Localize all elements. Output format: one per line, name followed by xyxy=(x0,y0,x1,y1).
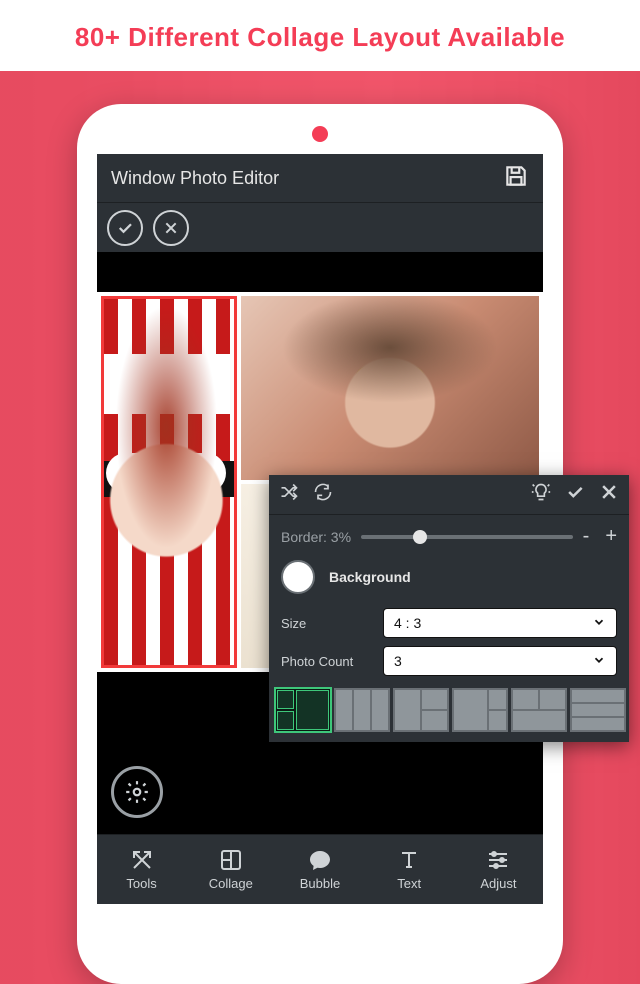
refresh-icon[interactable] xyxy=(313,482,333,507)
layout-option[interactable] xyxy=(570,688,626,732)
cancel-button[interactable] xyxy=(153,210,189,246)
nav-collage[interactable]: Collage xyxy=(186,835,275,904)
layout-option[interactable] xyxy=(275,688,331,732)
background-swatch[interactable] xyxy=(281,560,315,594)
lightbulb-icon[interactable] xyxy=(531,482,551,507)
save-icon[interactable] xyxy=(503,163,529,194)
photo-count-value: 3 xyxy=(394,653,402,669)
photo-count-row: Photo Count 3 xyxy=(269,642,629,680)
collage-cell-selected[interactable] xyxy=(101,296,237,668)
settings-button[interactable] xyxy=(111,766,163,818)
layout-thumbnails xyxy=(269,680,629,742)
size-value: 4 : 3 xyxy=(394,615,421,631)
border-plus-button[interactable]: + xyxy=(605,525,617,548)
border-minus-button[interactable]: - xyxy=(583,525,590,548)
collage-settings-panel: Border: 3% - + Background Size 4 : 3 Pho… xyxy=(269,475,629,742)
nav-tools[interactable]: Tools xyxy=(97,835,186,904)
border-slider[interactable] xyxy=(361,535,573,539)
bottom-nav: Tools Collage Bubble Text Adjust xyxy=(97,834,543,904)
layout-option[interactable] xyxy=(334,688,390,732)
nav-adjust[interactable]: Adjust xyxy=(454,835,543,904)
photo-count-dropdown[interactable]: 3 xyxy=(383,646,617,676)
nav-label: Tools xyxy=(126,876,156,891)
promo-headline: 80+ Different Collage Layout Available xyxy=(0,0,640,71)
border-label: Border: 3% xyxy=(281,529,351,545)
layout-option[interactable] xyxy=(511,688,567,732)
border-row: Border: 3% - + xyxy=(269,515,629,554)
app-title: Window Photo Editor xyxy=(111,168,279,189)
chevron-down-icon xyxy=(592,615,606,632)
layout-option[interactable] xyxy=(452,688,508,732)
action-subbar xyxy=(97,202,543,252)
nav-label: Text xyxy=(397,876,421,891)
app-header: Window Photo Editor xyxy=(97,154,543,202)
size-row: Size 4 : 3 xyxy=(269,604,629,642)
panel-toolbar xyxy=(269,475,629,515)
shuffle-icon[interactable] xyxy=(279,482,299,507)
size-dropdown[interactable]: 4 : 3 xyxy=(383,608,617,638)
nav-label: Bubble xyxy=(300,876,340,891)
collage-cell-1[interactable] xyxy=(241,296,539,480)
nav-label: Collage xyxy=(209,876,253,891)
confirm-button[interactable] xyxy=(107,210,143,246)
background-label: Background xyxy=(329,569,411,585)
nav-text[interactable]: Text xyxy=(365,835,454,904)
background-row[interactable]: Background xyxy=(269,554,629,604)
nav-bubble[interactable]: Bubble xyxy=(275,835,364,904)
nav-label: Adjust xyxy=(480,876,516,891)
layout-option[interactable] xyxy=(393,688,449,732)
chevron-down-icon xyxy=(592,653,606,670)
apply-icon[interactable] xyxy=(565,482,585,507)
photo-count-label: Photo Count xyxy=(281,654,371,669)
size-label: Size xyxy=(281,616,371,631)
close-icon[interactable] xyxy=(599,482,619,507)
